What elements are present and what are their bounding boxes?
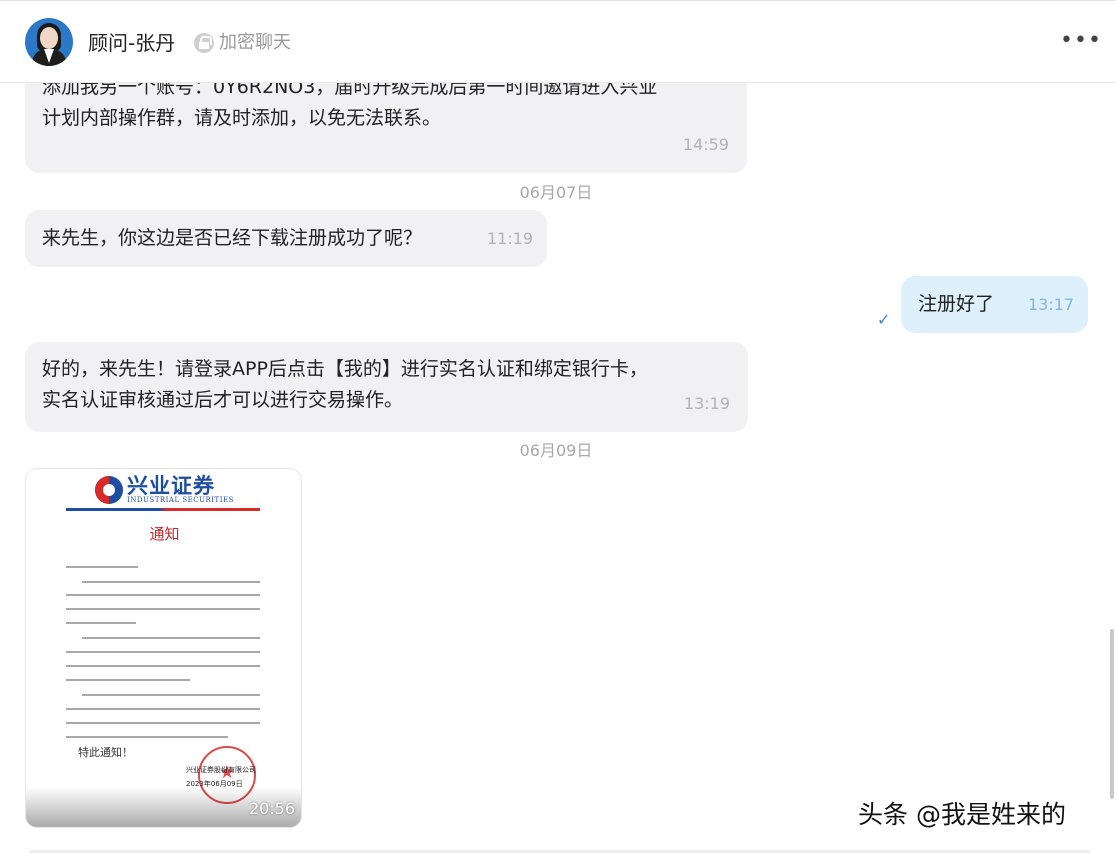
avatar-woman-icon[interactable] <box>25 18 73 66</box>
encryption-label: 加密聊天 <box>219 32 291 53</box>
message-line: 实名认证审核通过后才可以进行交易操作。 <box>42 389 404 411</box>
message-line: 来先生，你这边是否已经下载注册成功了呢？ <box>42 227 423 249</box>
notice-closing: 特此通知！ <box>78 746 133 759</box>
more-options-icon[interactable]: ••• <box>1060 30 1101 54</box>
watermark: 头条 @我是姓来的 <box>858 800 1066 829</box>
date-divider: 06月07日 <box>519 183 593 202</box>
video-duration: 20:56 <box>248 799 295 818</box>
message-time: 11:19 <box>487 229 534 248</box>
contact-name[interactable]: 顾问-张丹 <box>88 31 175 55</box>
chat-header: 顾问-张丹 加密聊天 ••• <box>0 1 1116 83</box>
image-message-card[interactable]: 兴业证券 INDUSTRIAL SECURITIES 通知 特此通知！ 兴业证券… <box>25 468 302 828</box>
scrollbar[interactable] <box>1110 629 1114 799</box>
message-line: 注册好了 <box>918 293 995 315</box>
date-divider: 06月09日 <box>519 441 593 460</box>
brand-name-en: INDUSTRIAL SECURITIES <box>127 496 234 504</box>
message-time: 13:19 <box>683 394 730 413</box>
message-line: 计划内部操作群，请及时添加，以免无法联系。 <box>42 107 442 129</box>
message-line: 好的，来先生！请登录APP后点击【我的】进行实名认证和绑定银行卡， <box>42 358 648 380</box>
message-time: 13:17 <box>1028 295 1075 314</box>
notice-title: 通知 <box>149 525 180 543</box>
message-bubble-incoming[interactable]: 好的，来先生！请登录APP后点击【我的】进行实名认证和绑定银行卡， 实名认证审核… <box>25 342 748 432</box>
lock-icon <box>194 33 214 53</box>
check-icon: ✓ <box>877 310 891 329</box>
notice-signature: 兴业证券股份有限公司 <box>186 766 256 774</box>
message-bubble-incoming[interactable]: 来先生，你这边是否已经下载注册成功了呢？ 11:19 <box>25 210 547 267</box>
brand-logo-icon <box>95 476 123 504</box>
message-time: 14:59 <box>682 135 729 154</box>
brand-logo: 兴业证券 INDUSTRIAL SECURITIES <box>95 474 245 506</box>
brand-name-cn: 兴业证券 <box>127 473 215 498</box>
chat-window: 顾问-张丹 加密聊天 ••• 添加我另一个账号：0Y6R2NO3，届时升级完成后… <box>0 0 1116 853</box>
header-divider <box>66 508 260 511</box>
message-bubble-outgoing[interactable]: 注册好了 13:17 <box>901 276 1088 333</box>
